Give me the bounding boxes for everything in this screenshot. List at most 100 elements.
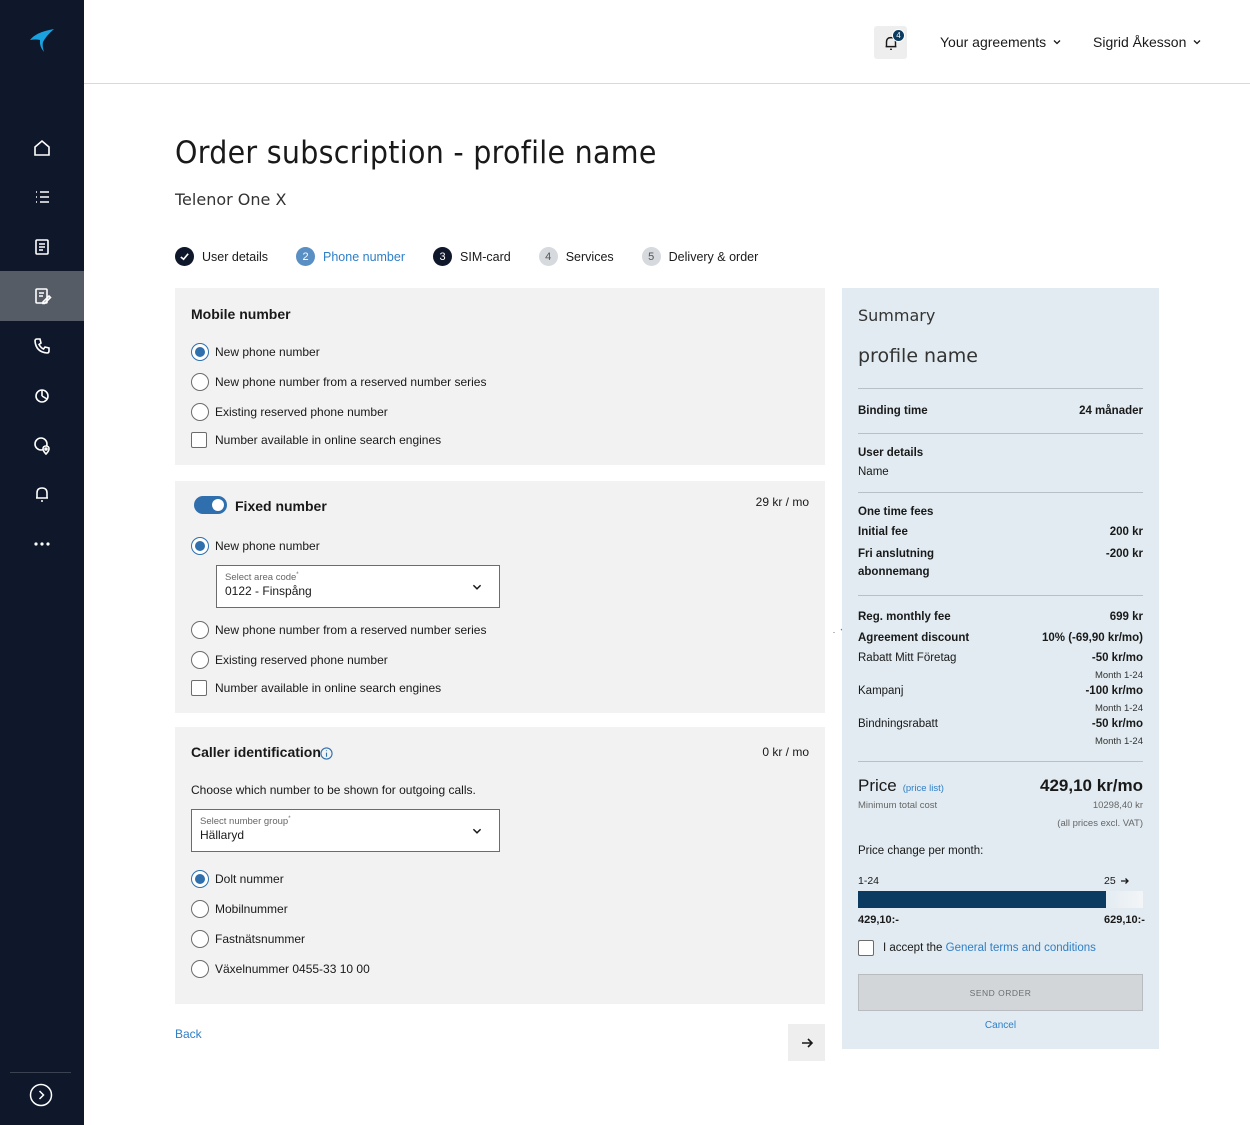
initial-fee-label: Initial fee: [858, 526, 908, 538]
radio[interactable]: [191, 621, 209, 639]
reg-monthly-label: Reg. monthly fee: [858, 611, 951, 623]
price-label: Price: [858, 776, 897, 795]
fixed-new-number-option[interactable]: New phone number: [191, 537, 320, 555]
notifications-button[interactable]: 4: [874, 26, 907, 59]
checkbox[interactable]: [191, 680, 207, 696]
chart-icon[interactable]: [0, 370, 84, 420]
arrow-right-icon: [801, 1037, 813, 1048]
fixed-search-engines-checkbox[interactable]: Number available in online search engine…: [191, 680, 441, 696]
caller-switchboard-option[interactable]: Växelnummer 0455-33 10 00: [191, 960, 370, 978]
binding-row: Binding time 24 månader: [858, 405, 1143, 417]
home-icon[interactable]: [0, 123, 84, 173]
chevron-right-icon[interactable]: [29, 1083, 53, 1107]
send-order-button[interactable]: SEND ORDER: [858, 974, 1143, 1011]
option-label: Existing reserved phone number: [215, 405, 388, 419]
location-icon[interactable]: [0, 420, 84, 470]
bell-icon[interactable]: [0, 469, 84, 519]
phone-icon[interactable]: [0, 321, 84, 371]
option-label: New phone number: [215, 345, 320, 359]
step-label: SIM-card: [460, 249, 511, 264]
step-number: 5: [641, 247, 661, 266]
option-label: New phone number from a reserved number …: [215, 623, 487, 637]
caller-landline-option[interactable]: Fastnätsnummer: [191, 930, 305, 948]
stepper: User details 2 Phone number 3 SIM-card 4…: [175, 247, 786, 266]
radio[interactable]: [191, 651, 209, 669]
agreement-discount-row: Agreement discount 10% (-69,90 kr/mo): [858, 632, 1143, 644]
next-button[interactable]: [788, 1024, 825, 1061]
mobile-existing-reserved-option[interactable]: Existing reserved phone number: [191, 403, 388, 421]
radio-selected[interactable]: [191, 537, 209, 555]
step-services[interactable]: 4 Services: [538, 247, 614, 266]
radio[interactable]: [191, 403, 209, 421]
check-icon: [175, 247, 194, 266]
step-label: Phone number: [323, 249, 406, 264]
number-group-select[interactable]: Select number group* Hällaryd: [191, 809, 500, 852]
rabatt-value: -50 kr/mo: [1091, 652, 1143, 664]
order-icon[interactable]: [0, 271, 84, 321]
list-icon[interactable]: [0, 172, 84, 222]
user-menu[interactable]: Sigrid Åkesson: [1093, 34, 1202, 50]
radio[interactable]: [191, 373, 209, 391]
step-user-details[interactable]: User details: [175, 247, 268, 266]
kampanj-note: Month 1-24: [1094, 703, 1143, 714]
step-phone-number[interactable]: 2 Phone number: [296, 247, 405, 266]
checkbox[interactable]: [191, 432, 207, 448]
price-1: 429,10:-: [858, 914, 899, 926]
chevron-down-icon: [1193, 40, 1201, 45]
step-number: 3: [433, 247, 453, 266]
binding-value: 24 månader: [1079, 405, 1143, 417]
option-label: Dolt nummer: [215, 872, 284, 886]
kampanj-value: -100 kr/mo: [1085, 685, 1143, 697]
step-number: 2: [296, 247, 315, 266]
terms-link[interactable]: General terms and conditions: [946, 942, 1096, 954]
fri-anslutning-row-2: abonnemang: [858, 566, 1143, 578]
sidebar-divider: [10, 1072, 71, 1073]
fixed-existing-reserved-option[interactable]: Existing reserved phone number: [191, 651, 388, 669]
step-label: Delivery & order: [668, 249, 759, 264]
radio[interactable]: [191, 960, 209, 978]
option-label: Existing reserved phone number: [215, 653, 388, 667]
mobile-search-engines-checkbox[interactable]: Number available in online search engine…: [191, 432, 441, 448]
bindning-value: -50 kr/mo: [1091, 718, 1143, 730]
document-icon[interactable]: [0, 222, 84, 272]
mobile-new-number-option[interactable]: New phone number: [191, 343, 320, 361]
divider: [858, 388, 1143, 389]
agreements-menu[interactable]: Your agreements: [940, 34, 1062, 50]
accept-checkbox[interactable]: [858, 940, 874, 956]
radio[interactable]: [191, 900, 209, 918]
fixed-number-title: Fixed number: [235, 498, 327, 514]
fri-anslutning-label: Fri anslutning: [858, 548, 935, 560]
mobile-reserved-series-option[interactable]: New phone number from a reserved number …: [191, 373, 486, 391]
cancel-link[interactable]: Cancel: [842, 1020, 1159, 1031]
caller-mobile-option[interactable]: Mobilnummer: [191, 900, 288, 918]
price-list-link[interactable]: (price list): [903, 783, 944, 794]
user-details-value-row: Name: [858, 466, 1143, 478]
back-link[interactable]: Back: [175, 1027, 202, 1041]
more-icon[interactable]: [0, 519, 84, 569]
step-sim-card[interactable]: 3 SIM-card: [433, 247, 511, 266]
fixed-reserved-series-option[interactable]: New phone number from a reserved number …: [191, 621, 486, 639]
select-value: Hällaryd: [200, 828, 245, 842]
price-heading: Price (price list): [858, 776, 944, 796]
caller-hidden-option[interactable]: Dolt nummer: [191, 870, 284, 888]
telenor-logo[interactable]: [26, 24, 58, 56]
initial-fee-value: 200 kr: [1109, 526, 1143, 538]
radio-selected[interactable]: [191, 870, 209, 888]
radio[interactable]: [191, 930, 209, 948]
step-label: Services: [565, 249, 614, 264]
divider: [858, 595, 1143, 596]
area-code-select[interactable]: Select area code* 0122 - Finspång: [216, 565, 500, 608]
info-icon[interactable]: [320, 747, 333, 760]
reg-monthly-row: Reg. monthly fee 699 kr: [858, 611, 1143, 623]
fixed-number-toggle[interactable]: [194, 496, 227, 514]
notification-badge: 4: [892, 29, 905, 42]
checkbox-label: Number available in online search engine…: [215, 681, 442, 695]
agreement-discount-value: 10% (-69,90 kr/mo): [1042, 632, 1143, 644]
chevron-down-icon: [472, 584, 482, 590]
bindning-note: Month 1-24: [1094, 736, 1143, 747]
step-label: User details: [202, 249, 268, 264]
accept-terms[interactable]: I accept the General terms and condition…: [858, 940, 1096, 956]
period-1-label: 1-24: [858, 875, 880, 887]
radio-selected[interactable]: [191, 343, 209, 361]
step-delivery-order[interactable]: 5 Delivery & order: [641, 247, 759, 266]
